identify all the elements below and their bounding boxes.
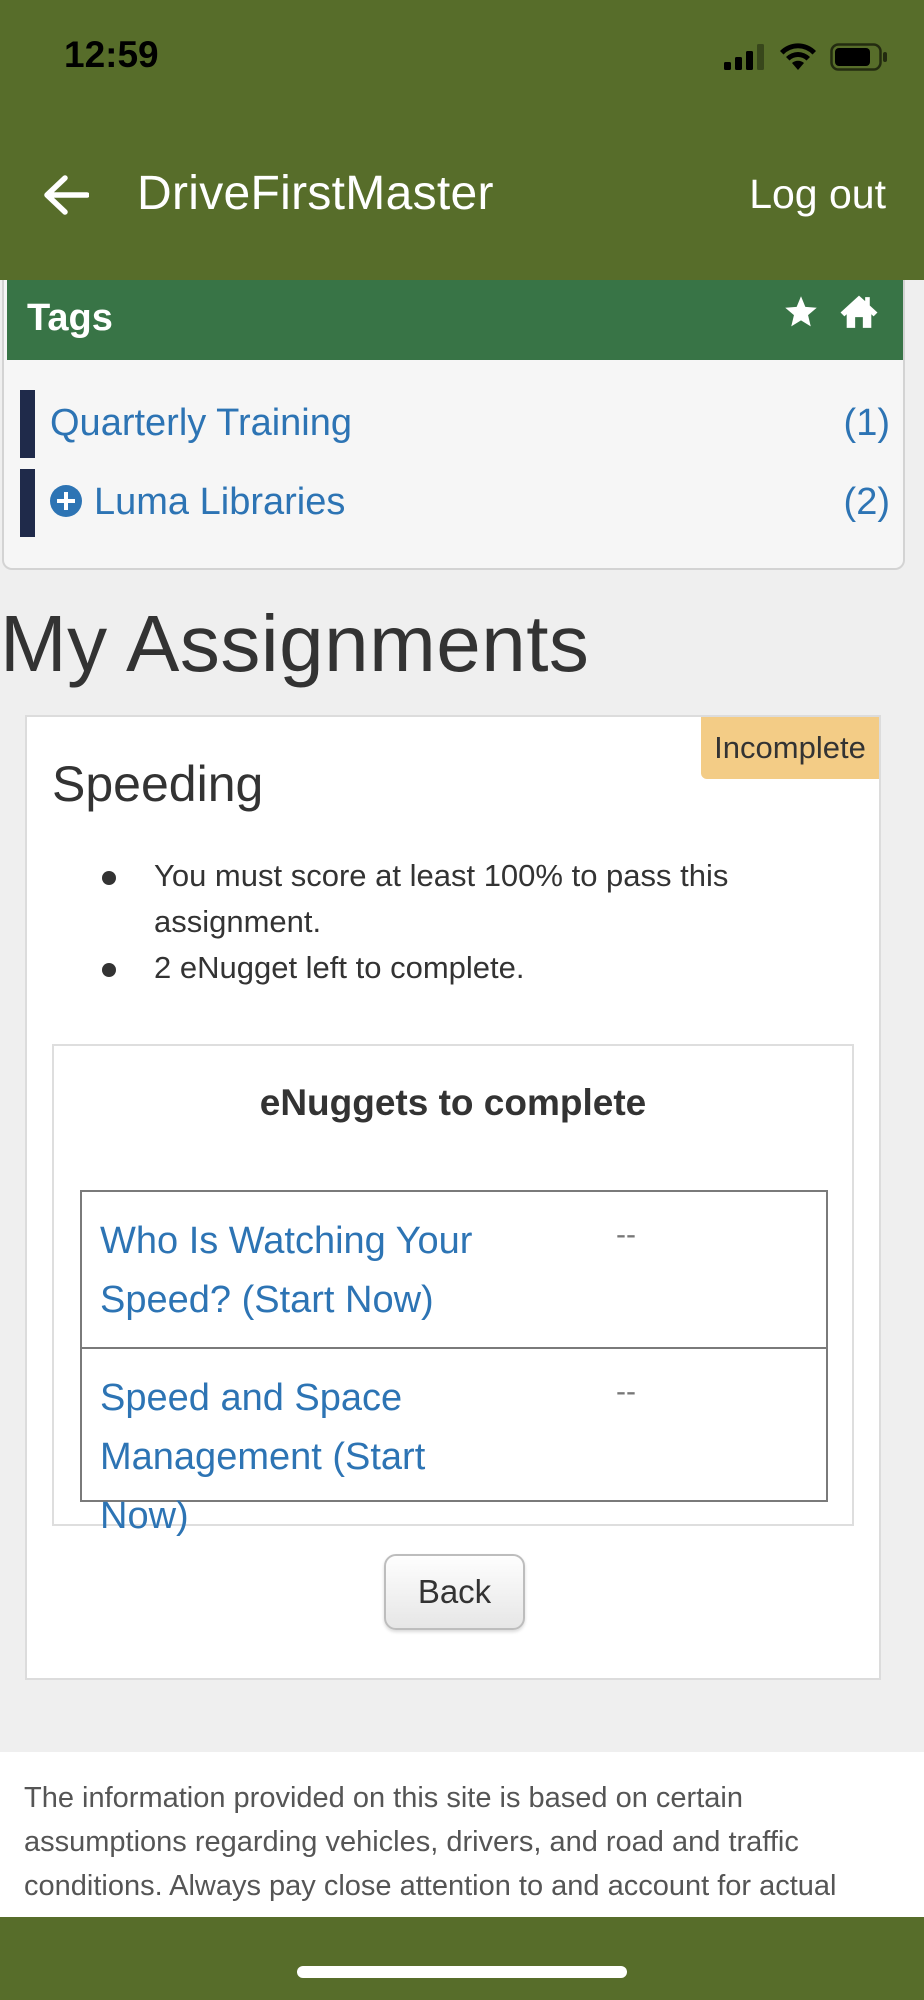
tags-panel: Tags Quarterly Training (1) Luma Librari… <box>2 280 905 570</box>
logout-button[interactable]: Log out <box>749 171 886 218</box>
signal-icon <box>724 44 764 70</box>
back-button[interactable]: Back <box>384 1554 525 1630</box>
footer: The information provided on this site is… <box>0 1752 924 1918</box>
assignment-title: Speeding <box>52 756 264 812</box>
app-header: 12:59 DriveFirstMaster Log out <box>0 0 924 280</box>
tag-marker <box>20 390 35 458</box>
bottom-bar <box>0 1917 924 2000</box>
tag-label: Luma Libraries <box>94 481 346 523</box>
tag-label-wrapper: Luma Libraries <box>50 481 345 524</box>
tag-marker <box>20 469 35 537</box>
wifi-icon <box>780 43 816 70</box>
plus-circle-icon[interactable] <box>50 485 82 517</box>
battery-icon <box>830 43 887 71</box>
status-icons <box>724 42 888 72</box>
enugget-status: -- <box>616 1218 636 1251</box>
page-title: My Assignments <box>0 599 590 688</box>
app-title: DriveFirstMaster <box>137 167 494 220</box>
footer-disclaimer: The information provided on this site is… <box>24 1782 837 1902</box>
tags-header: Tags <box>7 280 903 360</box>
status-badge: Incomplete <box>701 717 879 779</box>
status-time: 12:59 <box>64 34 159 75</box>
enugget-start-link[interactable]: Who Is Watching Your Speed? (Start Now) <box>100 1212 520 1330</box>
enugget-status: -- <box>616 1375 636 1408</box>
list-item: 2 eNugget left to complete. <box>102 945 822 991</box>
tag-label: Quarterly Training <box>50 402 353 444</box>
table-row: Who Is Watching Your Speed? (Start Now) … <box>82 1192 826 1347</box>
table-row: Speed and Space Management (Start Now) -… <box>82 1347 826 1537</box>
tag-item-quarterly-training[interactable]: Quarterly Training (1) <box>20 390 890 458</box>
enuggets-box: eNuggets to complete Who Is Watching You… <box>52 1044 854 1537</box>
enuggets-heading: eNuggets to complete <box>259 1082 647 1123</box>
star-icon[interactable] <box>783 294 819 330</box>
assignment-card: Incomplete Speeding You must score at le… <box>25 715 881 1680</box>
assignment-requirements: You must score at least 100% to pass thi… <box>102 853 822 991</box>
tag-item-luma-libraries[interactable]: Luma Libraries (2) <box>20 469 890 537</box>
tag-count: (2) <box>843 481 890 523</box>
tag-count: (1) <box>843 402 890 444</box>
enugget-start-link[interactable]: Speed and Space Management (Start Now) <box>100 1369 520 1546</box>
enuggets-table: Who Is Watching Your Speed? (Start Now) … <box>80 1190 828 1537</box>
tags-title: Tags <box>27 297 113 339</box>
home-icon[interactable] <box>839 292 879 330</box>
list-item: You must score at least 100% to pass thi… <box>102 853 822 945</box>
home-indicator[interactable] <box>297 1966 627 1978</box>
back-arrow-icon[interactable] <box>38 165 94 225</box>
